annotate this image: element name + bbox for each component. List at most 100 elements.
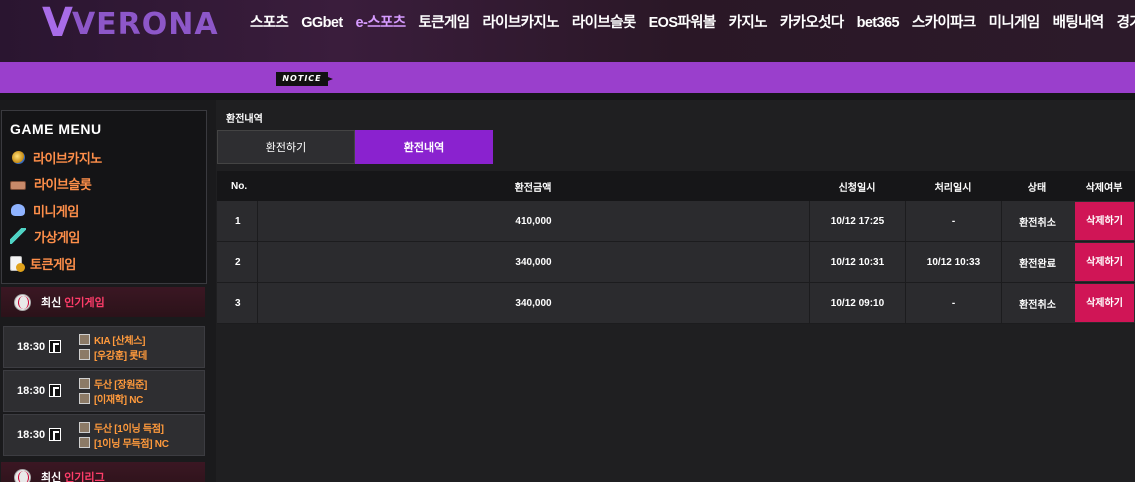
team-home: 두산 [장원준]	[79, 377, 148, 391]
nav-item-token-game[interactable]: 토큰게임	[418, 12, 470, 34]
cell-amount: 410,000	[257, 201, 809, 241]
col-delete: 삭제여부	[1085, 182, 1123, 194]
divider	[0, 93, 1135, 100]
nav-item-mini-game[interactable]: 미니게임	[989, 12, 1041, 34]
cell-no: 1	[235, 215, 241, 227]
cell-amount: 340,000	[257, 242, 809, 282]
nav-item-esports[interactable]: e-스포츠	[356, 12, 407, 34]
team-away: [우강훈] 롯데	[79, 348, 148, 362]
menu-item-mini-game[interactable]: 미니게임	[10, 201, 79, 219]
match-item[interactable]: 18:30 두산 [장원준] [이재학] NC	[3, 370, 205, 412]
nav-item-results[interactable]: 경기결고	[1117, 12, 1135, 34]
section-prefix: 최신	[41, 472, 62, 482]
nav-item-ggbet[interactable]: GGbet	[301, 12, 343, 34]
cell-request-date: 10/12 17:25	[809, 201, 905, 241]
team-flag-icon	[79, 334, 90, 345]
cell-process-date: -	[905, 283, 1001, 323]
main-content: 환전내역 환전하기 환전내역 No. 환전금액 신청일시 처리일시 상태 삭제여…	[216, 100, 1135, 482]
delete-button[interactable]: 삭제하기	[1075, 243, 1134, 281]
table-row: 3 340,000 10/12 09:10 - 환전취소 삭제하기	[217, 283, 1135, 324]
baseball-bat-icon	[49, 340, 61, 353]
section-title: 인기게임	[64, 297, 105, 309]
page-title: 환전내역	[226, 114, 263, 125]
team-name: 두산 [장원준]	[94, 380, 148, 391]
main-nav: 스포츠 GGbet e-스포츠 토큰게임 라이브카지노 라이브슬롯 EOS파워볼…	[250, 12, 1135, 34]
menu-item-label: 가상게임	[34, 229, 80, 245]
team-name: KIA [산체스]	[94, 336, 146, 347]
match-item[interactable]: 18:30 KIA [산체스] [우강훈] 롯데	[3, 326, 205, 368]
team-home: 두산 [1이닝 득점]	[79, 421, 164, 435]
col-process-date: 처리일시	[934, 182, 972, 194]
team-name: [1이닝 무득점] NC	[94, 439, 169, 450]
menu-item-virtual-game[interactable]: 가상게임	[10, 227, 80, 245]
team-name: [이재학] NC	[94, 395, 144, 406]
table-row: 1 410,000 10/12 17:25 - 환전취소 삭제하기	[217, 201, 1135, 242]
match-time: 18:30	[17, 429, 46, 441]
nav-item-sports[interactable]: 스포츠	[250, 12, 289, 34]
menu-item-label: 라이브슬롯	[34, 176, 92, 192]
nav-item-bet-history[interactable]: 배팅내역	[1053, 12, 1105, 34]
tab-bar: 환전하기 환전내역	[217, 130, 493, 164]
cell-no: 3	[235, 297, 241, 309]
section-prefix: 최신	[41, 297, 62, 309]
match-item[interactable]: 18:30 두산 [1이닝 득점] [1이닝 무득점] NC	[3, 414, 205, 456]
game-menu-panel: GAME MENU 라이브카지노 라이브슬롯 미니게임 가상게임 토큰게임	[1, 110, 207, 284]
team-home: KIA [산체스]	[79, 333, 146, 347]
cell-amount: 340,000	[257, 283, 809, 323]
menu-item-live-slot[interactable]: 라이브슬롯	[10, 174, 92, 192]
nav-item-bet365[interactable]: bet365	[857, 12, 900, 34]
team-flag-icon	[79, 349, 90, 360]
cell-process-date: 10/12 10:33	[905, 242, 1001, 282]
nav-item-live-slot[interactable]: 라이브슬롯	[572, 12, 636, 34]
team-flag-icon	[79, 378, 90, 389]
top-header: V VERONA 스포츠 GGbet e-스포츠 토큰게임 라이브카지노 라이브…	[0, 0, 1135, 62]
menu-item-label: 라이브카지노	[33, 150, 102, 166]
team-flag-icon	[79, 437, 90, 448]
nav-item-skypark[interactable]: 스카이파크	[912, 12, 976, 34]
cell-status: 환전취소	[1001, 201, 1073, 241]
notice-bar: NOTICE	[0, 62, 1135, 93]
mini-game-icon	[11, 204, 25, 216]
baseball-icon	[14, 293, 31, 311]
delete-button[interactable]: 삭제하기	[1075, 284, 1134, 322]
col-amount: 환전금액	[514, 182, 552, 194]
tab-withdraw-history[interactable]: 환전내역	[355, 130, 493, 164]
section-title: 인기리그	[64, 472, 105, 482]
cell-status: 환전완료	[1001, 242, 1073, 282]
popular-games-header: 최신 인기게임	[1, 287, 205, 317]
baseball-bat-icon	[49, 428, 61, 441]
nav-item-casino[interactable]: 카지노	[729, 12, 768, 34]
slot-icon	[10, 180, 26, 190]
tab-withdraw[interactable]: 환전하기	[217, 130, 355, 164]
token-game-icon	[10, 255, 25, 272]
table-header: No. 환전금액 신청일시 처리일시 상태 삭제여부	[217, 171, 1135, 201]
team-flag-icon	[79, 393, 90, 404]
menu-item-label: 토큰게임	[30, 256, 76, 272]
delete-button[interactable]: 삭제하기	[1075, 202, 1134, 240]
verona-logo[interactable]: V VERONA	[42, 0, 219, 46]
col-no: No.	[231, 180, 248, 192]
team-flag-icon	[79, 422, 90, 433]
team-name: [우강훈] 롯데	[94, 351, 148, 362]
cell-request-date: 10/12 10:31	[809, 242, 905, 282]
nav-item-eos-powerball[interactable]: EOS파워볼	[649, 12, 717, 34]
withdraw-history-table: No. 환전금액 신청일시 처리일시 상태 삭제여부 1 410,000 10/…	[217, 171, 1135, 324]
col-request-date: 신청일시	[838, 182, 876, 194]
menu-item-label: 미니게임	[33, 203, 79, 219]
cell-no: 2	[235, 256, 241, 268]
menu-item-live-casino[interactable]: 라이브카지노	[10, 148, 102, 166]
menu-item-token-game[interactable]: 토큰게임	[10, 254, 76, 272]
logo-mark: V	[42, 0, 74, 46]
cell-process-date: -	[905, 201, 1001, 241]
notice-tag: NOTICE	[276, 72, 333, 86]
left-sidebar: GAME MENU 라이브카지노 라이브슬롯 미니게임 가상게임 토큰게임 최신…	[0, 100, 216, 482]
table-row: 2 340,000 10/12 10:31 10/12 10:33 환전완료 삭…	[217, 242, 1135, 283]
nav-item-live-casino[interactable]: 라이브카지노	[482, 12, 559, 34]
virtual-game-icon	[10, 228, 26, 244]
popular-leagues-header: 최신 인기리그	[1, 462, 205, 482]
nav-item-kakao-sutda[interactable]: 카카오섯다	[780, 12, 844, 34]
soccer-ball-icon	[14, 468, 31, 482]
baseball-bat-icon	[49, 384, 61, 397]
team-name: 두산 [1이닝 득점]	[94, 424, 164, 435]
match-time: 18:30	[17, 385, 46, 397]
